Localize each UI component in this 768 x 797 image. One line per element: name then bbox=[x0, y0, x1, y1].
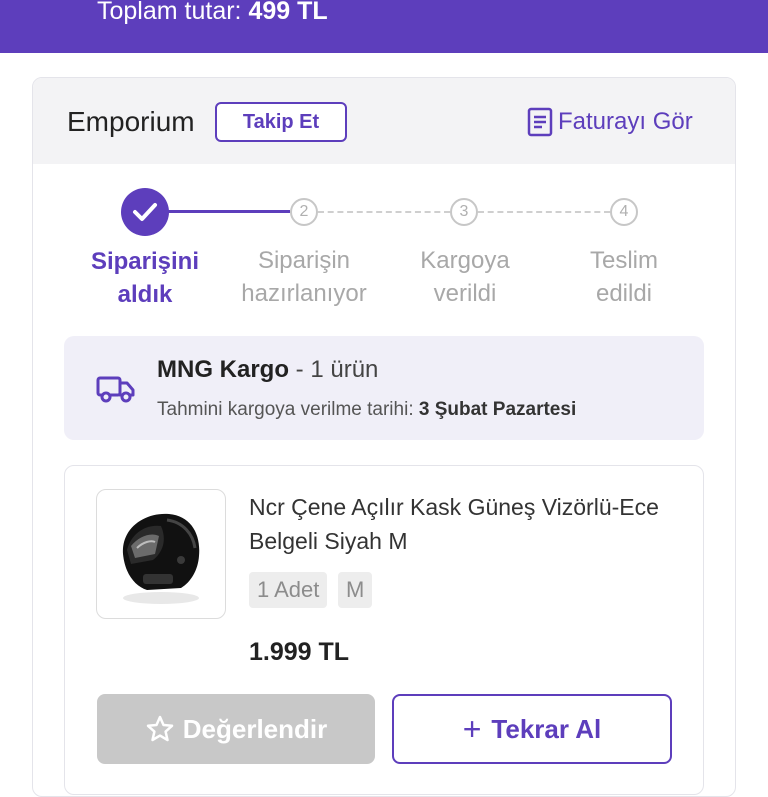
product-name[interactable]: Ncr Çene Açılır Kask Güneş Vizörlü-Ece B… bbox=[249, 490, 669, 558]
truck-icon bbox=[96, 376, 135, 403]
product-image[interactable] bbox=[96, 489, 226, 619]
buy-again-button[interactable]: + Tekrar Al bbox=[392, 694, 672, 764]
rate-label: Değerlendir bbox=[182, 713, 328, 744]
buy-again-label: Tekrar Al bbox=[491, 713, 602, 744]
plus-icon: + bbox=[462, 711, 482, 747]
ship-date-label: Tahmini kargoya verilme tarihi: bbox=[157, 399, 414, 420]
follow-button[interactable]: Takip Et bbox=[215, 102, 347, 142]
step-1-label: Siparişini aldık bbox=[90, 248, 200, 308]
step-2-label: Siparişin hazırlanıyor bbox=[241, 247, 367, 307]
seller-header: Emporium Takip Et Faturayı Gör bbox=[33, 78, 735, 164]
view-invoice-link[interactable]: Faturayı Gör bbox=[527, 106, 693, 138]
seller-name[interactable]: Emporium bbox=[67, 104, 195, 140]
step-4-indicator: 4 bbox=[610, 198, 638, 226]
size-badge: M bbox=[338, 572, 373, 608]
order-summary-header: Toplam tutar: 499 TL bbox=[0, 0, 768, 53]
step-1-check-icon bbox=[121, 188, 169, 236]
quantity-badge: 1 Adet bbox=[249, 572, 328, 608]
order-total: Toplam tutar: 499 TL bbox=[97, 0, 328, 29]
step-2-indicator: 2 bbox=[290, 198, 318, 226]
shipping-info-box: MNG Kargo - 1 ürün Tahmini kargoya veril… bbox=[64, 336, 704, 440]
step-4-label: Teslim edildi bbox=[589, 247, 658, 307]
total-label: Toplam tutar: bbox=[97, 0, 242, 25]
product-item: Ncr Çene Açılır Kask Güneş Vizörlü-Ece B… bbox=[64, 465, 704, 795]
cargo-company-name: MNG Kargo bbox=[157, 356, 289, 383]
cargo-company: MNG Kargo - 1 ürün bbox=[157, 354, 378, 386]
product-price: 1.999 TL bbox=[249, 638, 350, 666]
helmet-image bbox=[122, 513, 200, 604]
star-icon bbox=[146, 715, 173, 742]
progress-line-pending bbox=[478, 211, 610, 213]
progress-line-pending bbox=[318, 211, 450, 213]
ship-date-value: 3 Şubat Pazartesi bbox=[418, 399, 577, 420]
document-icon bbox=[527, 107, 553, 137]
cargo-item-count: - 1 ürün bbox=[295, 356, 379, 383]
view-invoice-label: Faturayı Gör bbox=[558, 108, 693, 135]
step-3-label: Kargoya verildi bbox=[420, 247, 510, 307]
step-3-indicator: 3 bbox=[450, 198, 478, 226]
total-value: 499 TL bbox=[248, 0, 328, 25]
estimated-ship-date: Tahmini kargoya verilme tarihi: 3 Şubat … bbox=[157, 396, 576, 424]
rate-product-button[interactable]: Değerlendir bbox=[97, 694, 375, 764]
progress-line-completed bbox=[168, 210, 290, 213]
